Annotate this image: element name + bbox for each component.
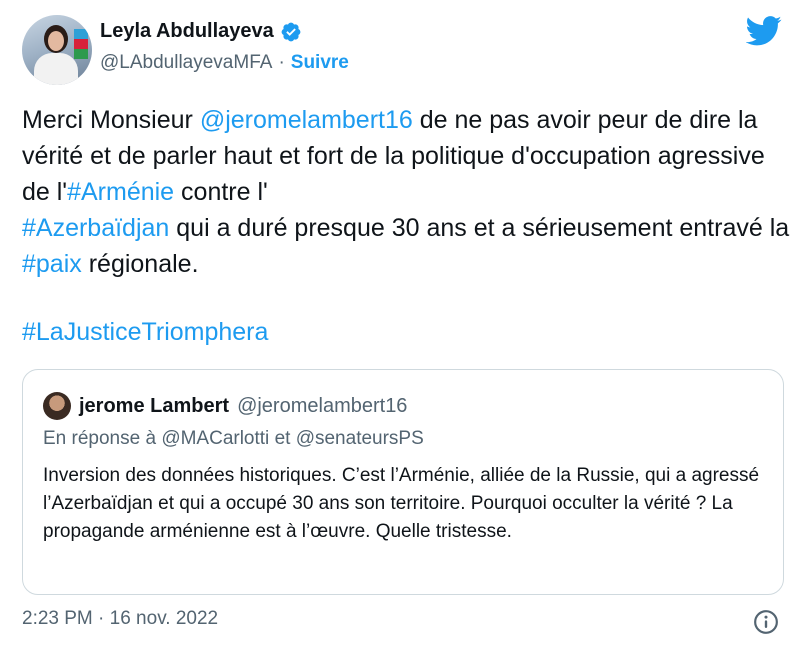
reply-and: et xyxy=(269,428,296,449)
tweet-text-segment: Merci Monsieur xyxy=(22,106,200,134)
quoted-tweet-text: Inversion des données historiques. C’est… xyxy=(43,465,760,542)
avatar-body xyxy=(34,53,78,85)
follow-button[interactable]: Suivre xyxy=(291,52,349,74)
verified-badge-icon xyxy=(281,22,301,41)
separator-dot: · xyxy=(278,52,285,73)
info-icon[interactable] xyxy=(753,609,779,635)
tweet-header: Leyla Abdullayeva @LAbdullayevaMFA · Sui… xyxy=(22,12,782,92)
avatar-face xyxy=(48,31,64,51)
twitter-bird-icon[interactable] xyxy=(746,16,782,46)
flag-graphic xyxy=(74,29,88,59)
quoted-author-handle[interactable]: @jeromelambert16 xyxy=(237,395,407,418)
mention-link[interactable]: @jeromelambert16 xyxy=(200,106,413,134)
tweet-text-segment: régionale. xyxy=(81,250,199,278)
author-handle[interactable]: @LAbdullayevaMFA xyxy=(100,52,272,74)
tweet-body: Merci Monsieur @jeromelambert16 de ne pa… xyxy=(22,102,792,282)
hashtag-link-armenie[interactable]: #Arménie xyxy=(67,178,174,206)
hashtag-link-paix[interactable]: #paix xyxy=(22,250,82,278)
hashtag-link-lajusticetriomphera[interactable]: #LaJusticeTriomphera xyxy=(22,314,268,350)
reply-mention-senateursps[interactable]: @senateursPS xyxy=(296,428,424,449)
tweet-text-segment: qui a duré presque 30 ans et a sérieusem… xyxy=(169,214,790,242)
tweet-text-segment: contre l' xyxy=(174,178,268,206)
reply-prefix: En réponse à xyxy=(43,428,162,449)
quoted-tweet[interactable]: jerome Lambert @jeromelambert16 En répon… xyxy=(22,369,784,595)
hashtag-link-azerbaidjan[interactable]: #Azerbaïdjan xyxy=(22,214,169,242)
quoted-avatar[interactable] xyxy=(43,392,71,420)
author-name[interactable]: Leyla Abdullayeva xyxy=(100,20,274,43)
author-handle-row: @LAbdullayevaMFA · Suivre xyxy=(100,52,349,74)
quoted-tweet-header: jerome Lambert @jeromelambert16 xyxy=(43,392,407,420)
tweet-timestamp[interactable]: 2:23 PM · 16 nov. 2022 xyxy=(22,608,218,630)
quoted-author-name[interactable]: jerome Lambert xyxy=(79,395,229,418)
avatar[interactable] xyxy=(22,15,92,85)
reply-context: En réponse à @MACarlotti et @senateursPS xyxy=(43,428,424,450)
author-name-row: Leyla Abdullayeva xyxy=(100,20,302,43)
reply-mention-macarlotti[interactable]: @MACarlotti xyxy=(161,428,269,449)
